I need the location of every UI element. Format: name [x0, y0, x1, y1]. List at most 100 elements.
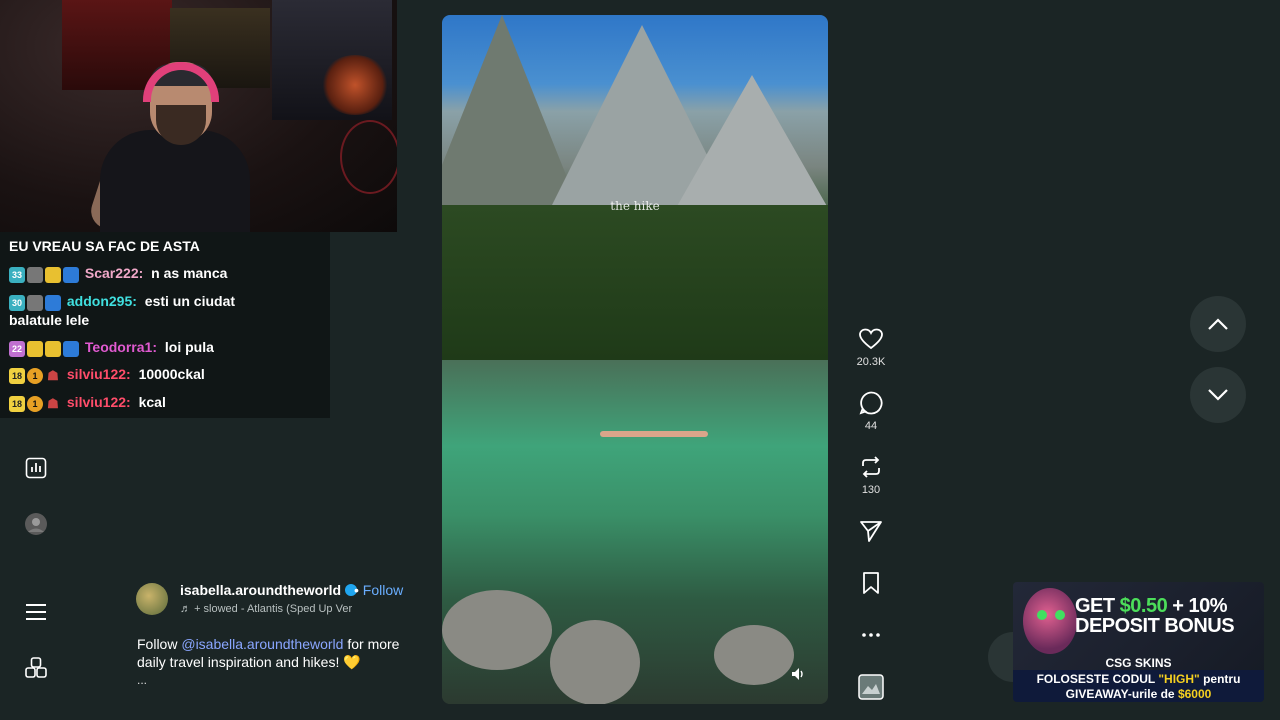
comment-count: 44 [864, 420, 878, 432]
description-text: Follow [137, 636, 182, 652]
volume-icon[interactable] [790, 666, 806, 682]
lamp [320, 55, 390, 115]
webcam-overlay [0, 0, 397, 232]
ad-text: FOLOSESTE CODUL [1036, 672, 1159, 686]
comment-icon [859, 391, 883, 415]
hammer-badge-icon [63, 267, 79, 284]
chevron-up-icon [1208, 318, 1228, 330]
chat-message-text: esti un ciudat [144, 293, 236, 309]
wall-symbol [340, 120, 397, 194]
ad-headline-text: GET [1075, 595, 1120, 617]
chat-username: addon295: [66, 293, 137, 309]
ad-code: "HIGH" [1158, 672, 1200, 686]
repost-count: 130 [861, 484, 881, 496]
chat-message: 18 1 ☗ silviu122: 10000ckal [9, 365, 205, 385]
chat-message: EU VREAU SA FAC DE ASTA [9, 237, 200, 255]
video-player[interactable]: the hike [442, 15, 828, 704]
apps-icon[interactable] [24, 656, 48, 680]
mascot-eye [1055, 610, 1065, 620]
chat-username: silviu122: [66, 394, 131, 410]
chat-message: 30 addon295: esti un ciudat [9, 292, 236, 312]
chat-message-text: balatule lele [9, 312, 90, 328]
expand-description[interactable]: ... [137, 673, 147, 687]
chat-message: 33 Scar222: n as manca [9, 264, 228, 284]
chat-message-text: EU VREAU SA FAC DE ASTA [9, 238, 200, 254]
swimmer [600, 431, 708, 437]
hammer-badge-icon [45, 295, 61, 312]
hammer-badge-icon [63, 341, 79, 358]
next-video-button[interactable] [1190, 367, 1246, 423]
comment-button[interactable]: 44 [846, 390, 896, 432]
crown-badge-icon [27, 341, 43, 358]
badge-icon [27, 295, 43, 312]
crown-badge-icon [45, 267, 61, 284]
video-caption-overlay: the hike [610, 199, 660, 213]
ad-headline-text: DEPOSIT BONUS [1075, 615, 1235, 637]
chat-message: 22 Teodorra1: loi pula [9, 338, 214, 358]
sound-thumbnail[interactable] [846, 674, 896, 700]
author-avatar[interactable] [136, 583, 168, 615]
ad-amount: $6000 [1177, 687, 1212, 701]
ad-promo-line: GIVEAWAY-urile de $6000 [1013, 687, 1264, 701]
repost-icon [862, 456, 880, 478]
previous-video-button[interactable] [1190, 296, 1246, 352]
badge-icon [27, 267, 43, 284]
ad-headline-amount: $0.50 [1119, 595, 1168, 617]
audio-thumbnail-icon [858, 674, 884, 700]
chat-message-text: loi pula [164, 339, 214, 355]
sub-badge: 30 [9, 295, 25, 312]
mask-badge-icon: ☗ [47, 396, 59, 412]
follow-group: • Follow [354, 582, 403, 598]
like-button[interactable]: 20.3K [846, 326, 896, 368]
like-count: 20.3K [856, 356, 886, 368]
music-track-text: + slowed - Atlantis (Sped Up Ver [194, 603, 353, 615]
save-button[interactable] [846, 570, 896, 596]
author-username-text: isabella.aroundtheworld [180, 582, 342, 598]
chat-message-continuation: balatule lele [9, 311, 89, 329]
post-description: Follow @isabella.aroundtheworld for more… [137, 635, 417, 671]
more-options-button[interactable] [846, 622, 896, 648]
chat-username: Scar222: [84, 265, 144, 281]
chat-username: silviu122: [66, 366, 131, 382]
separator-dot: • [354, 582, 359, 598]
heart-icon [859, 328, 883, 350]
chat-message: 18 1 ☗ silviu122: kcal [9, 393, 166, 413]
gift-badge: 1 [27, 396, 43, 413]
chat-message-text: 10000ckal [138, 366, 205, 382]
mask-badge-icon: ☗ [47, 368, 59, 384]
follow-button[interactable]: Follow [363, 582, 403, 598]
mountain [672, 75, 828, 215]
ad-text: pentru [1199, 672, 1241, 686]
rock [442, 590, 552, 670]
ellipsis-icon [862, 633, 880, 637]
music-track[interactable]: ♬ + slowed - Atlantis (Sped Up Ver [180, 603, 380, 615]
ad-headline-text: + 10% [1167, 595, 1228, 617]
repost-button[interactable]: 130 [846, 454, 896, 496]
stream-chat: EU VREAU SA FAC DE ASTA 33 Scar222: n as… [0, 232, 330, 418]
mention-link[interactable]: @isabella.aroundtheworld [181, 636, 343, 652]
sponsor-ad-overlay: GET $0.50 + 10% DEPOSIT BONUS CSG SKINS … [1013, 582, 1264, 702]
analytics-icon[interactable] [24, 456, 48, 480]
ad-promo-line: FOLOSESTE CODUL "HIGH" pentru [1013, 672, 1264, 686]
author-username[interactable]: isabella.aroundtheworld [180, 582, 358, 598]
bookmark-icon [863, 572, 879, 594]
chat-message-text: kcal [138, 394, 166, 410]
chat-message-text: n as manca [151, 265, 228, 281]
send-icon [860, 521, 882, 542]
ad-text: GIVEAWAY-urile de [1065, 687, 1178, 701]
gift-badge: 1 [27, 368, 43, 385]
mascot-image [1023, 588, 1077, 654]
streamer-body [100, 130, 250, 232]
menu-icon[interactable] [24, 600, 48, 624]
share-button[interactable] [846, 518, 896, 544]
ad-headline: GET $0.50 + 10% DEPOSIT BONUS [1075, 596, 1261, 636]
badge-icon [45, 341, 61, 358]
rock [714, 625, 794, 685]
music-note-icon: ♬ [180, 603, 195, 615]
chevron-down-icon [1208, 389, 1228, 401]
sub-badge: 18 [9, 396, 25, 413]
chat-username: Teodorra1: [84, 339, 157, 355]
sub-badge: 18 [9, 368, 25, 385]
profile-avatar-icon[interactable] [24, 512, 48, 536]
forest [442, 205, 828, 360]
